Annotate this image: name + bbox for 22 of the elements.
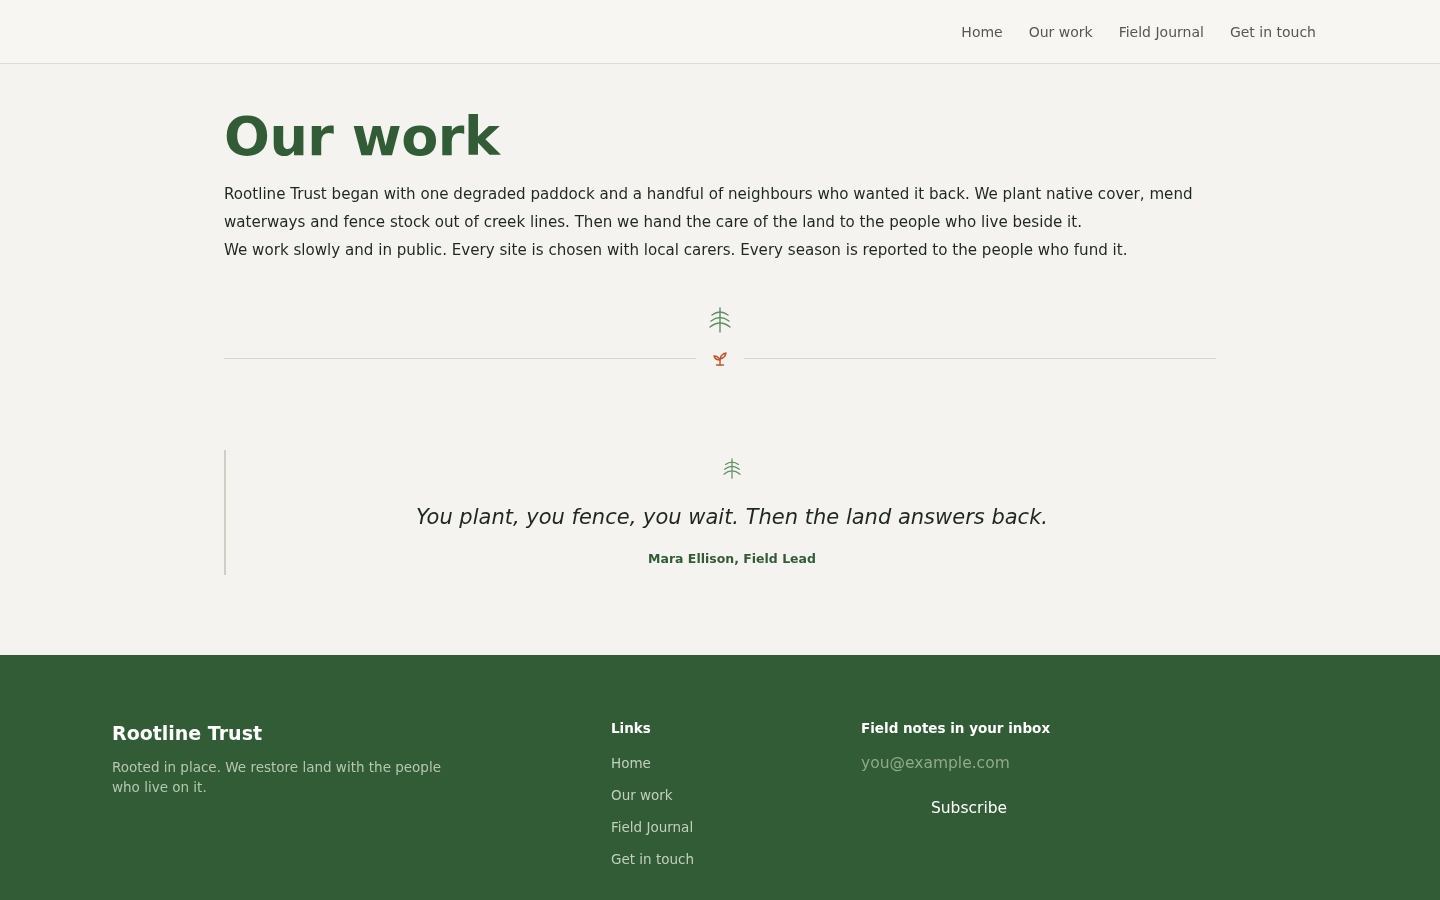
footer-tagline: Rooted in place. We restore land with the people who live on it.	[112, 758, 442, 797]
intro-paragraph: We work slowly and in public. Every site is chosen with local carers. Every season is reported to the people who fund it.	[224, 240, 1129, 261]
nav-link[interactable]: Our work	[1028, 21, 1093, 42]
footer-link[interactable]: Get in touch	[611, 851, 695, 867]
links-heading: Links	[611, 719, 652, 738]
email-field[interactable]: you@example.com	[861, 748, 1077, 778]
nav-link[interactable]: Get in touch	[1229, 21, 1316, 42]
quote-text: You plant, you fence, you wait. Then the land answers back.	[416, 504, 1048, 531]
footer-link[interactable]: Field Journal	[611, 819, 694, 835]
newsletter-heading: Field notes in your inbox	[861, 719, 1052, 738]
fern-icon	[723, 458, 741, 479]
quote-attribution: Mara Ellison, Field Lead	[648, 550, 816, 568]
subscribe-button[interactable]: Subscribe	[861, 791, 1077, 825]
nav-link[interactable]: Field Journal	[1118, 21, 1204, 42]
nav-link[interactable]: Home	[961, 21, 1003, 42]
page-title: Our work	[224, 104, 502, 170]
footer-brand: Rootline Trust	[112, 721, 264, 746]
footer-link[interactable]: Our work	[611, 787, 673, 803]
footer-link[interactable]: Home	[611, 755, 651, 771]
sprout-icon	[713, 352, 727, 366]
intro-paragraph: Rootline Trust began with one degraded paddock and a handful of neighbours who wanted it back. We plant native cover, mend waterways and fence stock out of creek lines. Then we hand the care of the land to the people who live beside it.	[224, 184, 1194, 233]
fern-icon	[709, 307, 731, 333]
